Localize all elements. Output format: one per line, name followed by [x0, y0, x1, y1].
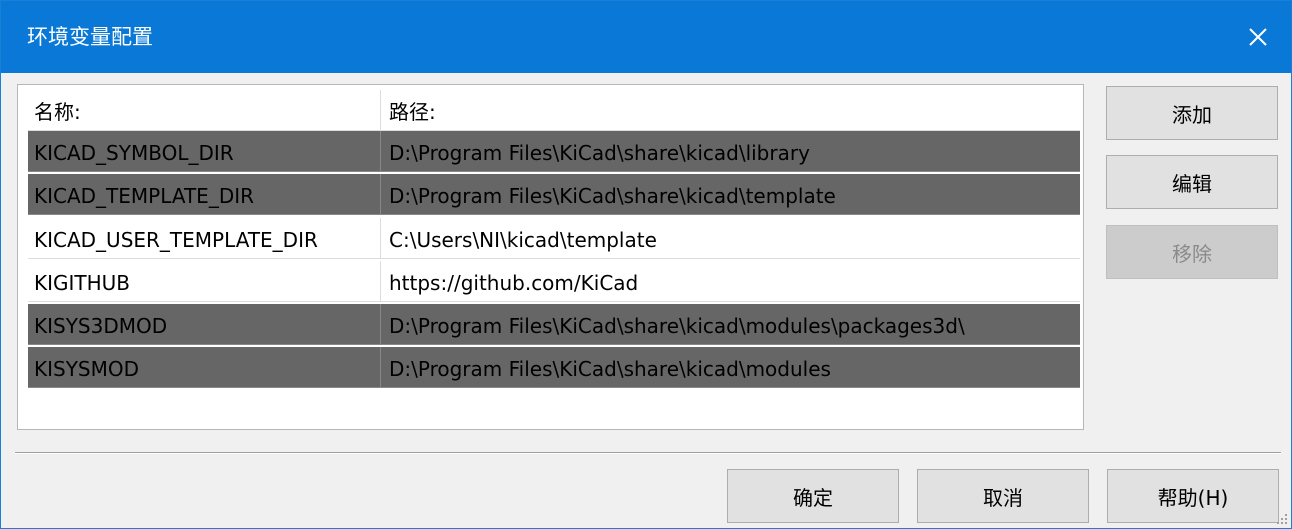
row-path-cell[interactable]: C:\Users\NI\kicad\template — [380, 218, 1080, 258]
help-button[interactable]: 帮助(H) — [1107, 469, 1279, 523]
window-title: 环境变量配置 — [27, 25, 153, 49]
row-path-cell[interactable]: https://github.com/KiCad — [380, 261, 1080, 301]
table-row[interactable]: KISYSMOD D:\Program Files\KiCad\share\ki… — [28, 347, 1080, 388]
table-header: 名称: 路径: — [28, 90, 1080, 131]
row-name-cell[interactable]: KICAD_SYMBOL_DIR — [34, 131, 374, 171]
close-button[interactable] — [1225, 1, 1291, 73]
env-var-table[interactable]: 名称: 路径: KICAD_SYMBOL_DIR D:\Program File… — [17, 84, 1084, 430]
remove-button[interactable]: 移除 — [1106, 225, 1278, 279]
column-header-name[interactable]: 名称: — [34, 90, 374, 130]
title-bar: 环境变量配置 — [1, 1, 1291, 73]
row-path-cell[interactable]: D:\Program Files\KiCad\share\kicad\modul… — [380, 347, 1080, 387]
cancel-button[interactable]: 取消 — [917, 469, 1089, 523]
row-name-cell[interactable]: KISYSMOD — [34, 347, 374, 387]
column-header-path[interactable]: 路径: — [380, 90, 1080, 130]
row-path-cell[interactable]: D:\Program Files\KiCad\share\kicad\modul… — [380, 304, 1080, 344]
footer-separator — [15, 452, 1281, 454]
edit-button[interactable]: 编辑 — [1106, 155, 1278, 209]
close-icon — [1249, 28, 1267, 46]
table-row[interactable]: KIGITHUB https://github.com/KiCad — [28, 261, 1080, 302]
row-name-cell[interactable]: KISYS3DMOD — [34, 304, 374, 344]
ok-button[interactable]: 确定 — [727, 469, 899, 523]
table-row[interactable]: KISYS3DMOD D:\Program Files\KiCad\share\… — [28, 304, 1080, 345]
row-name-cell[interactable]: KICAD_TEMPLATE_DIR — [34, 174, 374, 214]
table-row[interactable]: KICAD_TEMPLATE_DIR D:\Program Files\KiCa… — [28, 174, 1080, 215]
table-row[interactable]: KICAD_SYMBOL_DIR D:\Program Files\KiCad\… — [28, 131, 1080, 172]
environment-variables-dialog: 环境变量配置 名称: 路径: KICAD_SYMBOL_DIR D:\Progr… — [0, 0, 1292, 529]
row-path-cell[interactable]: D:\Program Files\KiCad\share\kicad\templ… — [380, 174, 1080, 214]
table-row[interactable]: KICAD_USER_TEMPLATE_DIR C:\Users\NI\kica… — [28, 218, 1080, 259]
row-name-cell[interactable]: KIGITHUB — [34, 261, 374, 301]
add-button[interactable]: 添加 — [1106, 86, 1278, 140]
row-path-cell[interactable]: D:\Program Files\KiCad\share\kicad\libra… — [380, 131, 1080, 171]
row-name-cell[interactable]: KICAD_USER_TEMPLATE_DIR — [34, 218, 374, 258]
resize-grip-icon[interactable] — [1275, 512, 1289, 526]
